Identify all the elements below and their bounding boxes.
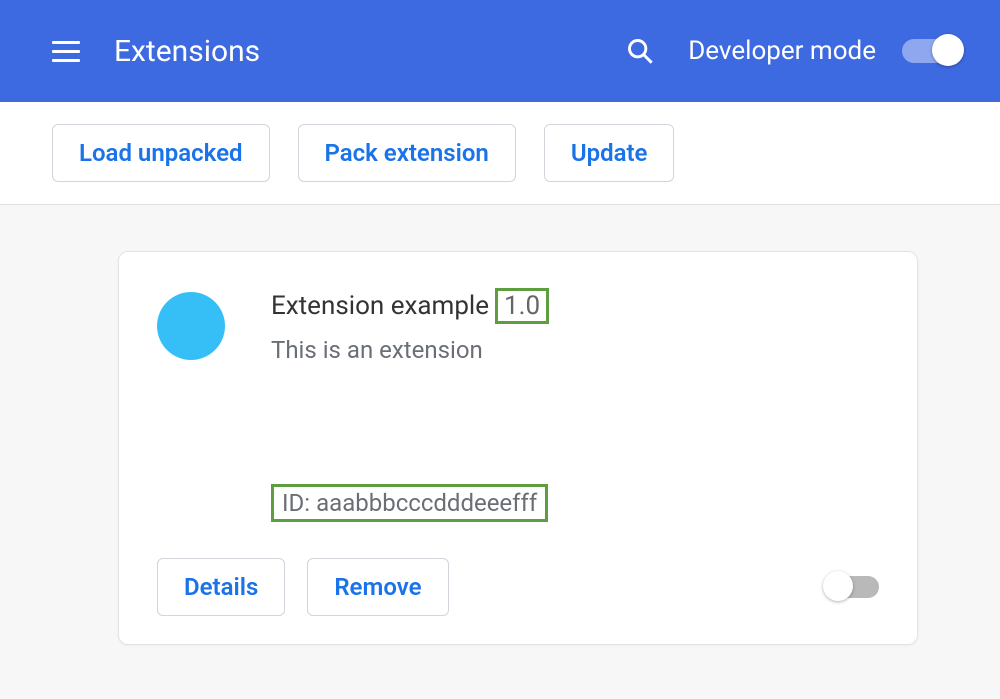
content-area: Extension example 1.0 This is an extensi… [0,205,1000,699]
extension-description: This is an extension [271,336,879,364]
extension-icon [157,292,225,360]
page-title: Extensions [114,34,260,69]
load-unpacked-button[interactable]: Load unpacked [52,124,270,182]
extension-card: Extension example 1.0 This is an extensi… [118,251,918,645]
remove-button[interactable]: Remove [307,558,448,616]
developer-mode-toggle[interactable] [902,39,960,63]
extension-name: Extension example [271,291,489,321]
menu-icon[interactable] [52,36,82,66]
extension-id: ID: aaabbbcccdddeeefff [271,484,548,522]
developer-mode-label: Developer mode [688,36,876,66]
pack-extension-button[interactable]: Pack extension [298,124,516,182]
app-header: Extensions Developer mode [0,0,1000,102]
extension-version: 1.0 [495,288,549,324]
extension-id-value: aaabbbcccdddeeefff [316,489,537,517]
details-button[interactable]: Details [157,558,285,616]
extension-enable-toggle[interactable] [827,576,879,598]
extension-id-label: ID: [282,489,310,517]
developer-toolbar: Load unpacked Pack extension Update [0,102,1000,205]
search-icon[interactable] [626,37,654,65]
update-button[interactable]: Update [544,124,675,182]
